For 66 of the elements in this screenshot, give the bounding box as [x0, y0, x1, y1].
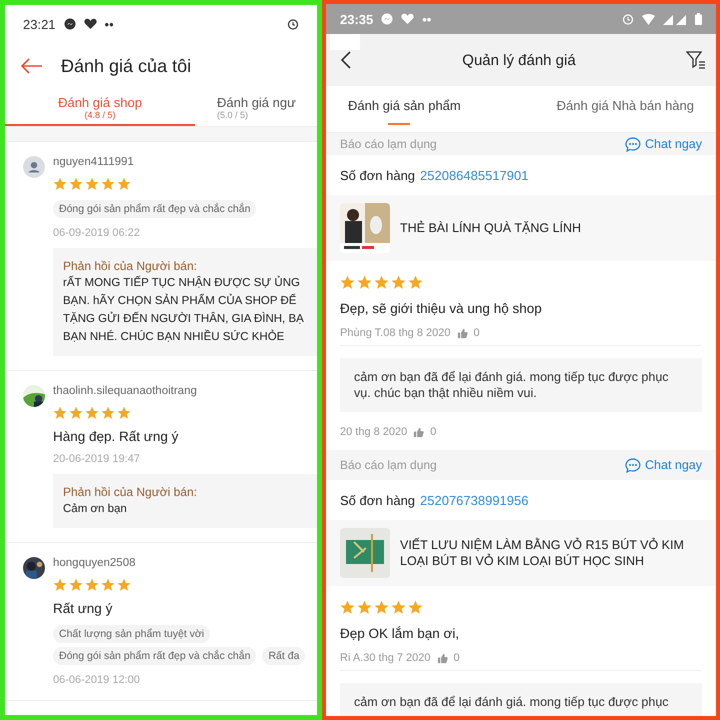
- battery-icon: [695, 13, 702, 25]
- chat-now-button[interactable]: Chat ngay: [625, 136, 702, 152]
- tab[interactable]: Đánh giá ngư (5.0 / 5): [195, 89, 296, 126]
- review-date: 06-06-2019 12:00: [53, 674, 141, 686]
- back-chevron-icon[interactable]: [340, 51, 352, 69]
- reply-date: 20 thg 8 2020: [340, 426, 408, 438]
- thumbs-up-icon[interactable]: [436, 652, 448, 664]
- review-tag: Chất lượng sản phẩm tuyệt vời: [53, 625, 210, 643]
- review-tag: Đóng gói sản phẩm rất đẹp và chắc chắn: [53, 200, 256, 218]
- notification-dots: ••: [422, 12, 432, 26]
- review-date: 06-09-2019 06:22: [53, 227, 141, 239]
- review-comment: Rất ưng ý: [53, 601, 114, 616]
- tab[interactable]: Đánh giá Nhà bán hàng: [546, 86, 704, 132]
- like-count: 0: [430, 426, 436, 438]
- review-tag: Đóng gói sản phẩm rất đẹp và chắc chắn: [53, 647, 256, 665]
- thumbs-up-icon[interactable]: [456, 328, 468, 338]
- reply-label: Phản hồi của Người bán:: [63, 259, 198, 273]
- filter-icon[interactable]: [686, 51, 706, 69]
- order-number[interactable]: 252086485517901: [420, 168, 528, 182]
- report-abuse-link[interactable]: Báo cáo lạm dụng: [340, 137, 437, 151]
- chat-bubble-icon: [625, 136, 642, 152]
- page-title: Đánh giá của tôi: [61, 56, 192, 76]
- redaction-patch: [330, 34, 360, 50]
- like-count: 0: [454, 652, 460, 664]
- status-time: 23:35: [340, 12, 374, 26]
- review-comment: Đẹp, sẽ giới thiệu và ung hộ shop: [340, 301, 543, 316]
- reply-label: Phản hồi của Người bán:: [63, 485, 198, 499]
- product-name[interactable]: THẺ BÀI LÍNH QUÀ TẶNG LÍNH: [400, 220, 582, 236]
- review-comment: Hàng đẹp. Rất ưng ý: [53, 429, 180, 444]
- messenger-icon: [381, 13, 394, 25]
- reply-text: TẶNG GỬI ĐẾN NGƯỜI THÂN, GIA ĐÌNH, BẠ: [63, 311, 305, 327]
- signal-icon: [663, 14, 687, 24]
- seller-reply: cảm ơn bạn đã để lại đánh giá. mong tiếp tục được phục vụ. chúc bạn thật nhiều niềm vui.: [340, 358, 702, 412]
- chat-now-button[interactable]: Chat ngay: [625, 458, 702, 472]
- username: nguyen4111991: [53, 156, 135, 168]
- review-comment: Đẹp OK lắm bạn ơi,: [340, 626, 460, 641]
- thumbs-up-icon[interactable]: [413, 426, 424, 438]
- reply-text: BẠN NHÉ. CHÚC BẠN NHIỀU SỨC KHỎE: [63, 329, 286, 345]
- wifi-icon: [642, 14, 655, 24]
- back-arrow-icon[interactable]: [21, 58, 43, 74]
- review-tag: Rất đa: [262, 647, 306, 665]
- order-number[interactable]: 252076738991956: [420, 492, 528, 508]
- chat-bubble-icon: [625, 458, 642, 472]
- seller-reply: cảm ơn bạn đã để lại đánh giá. mong tiếp tục được phục: [340, 683, 702, 716]
- reply-text: BẠN. hÃY CHỌN SẢN PHẨM CỦA SHOP ĐỂ: [63, 293, 298, 309]
- alarm-icon: [287, 18, 299, 30]
- tab[interactable]: Đánh giá sản phẩm: [338, 86, 471, 132]
- messenger-icon: [64, 18, 76, 30]
- heart-icon: [84, 18, 97, 30]
- reply-text: rẤT MONG TIẾP TỤC NHẬN ĐƯỢC SỰ ỦNG: [63, 275, 301, 291]
- reply-text: Cảm ơn bạn: [63, 502, 128, 517]
- page-title: Quản lý đánh giá: [461, 52, 577, 68]
- reviewer-date: Ri A.30 thg 7 2020: [340, 652, 431, 664]
- status-time: 23:21: [23, 16, 56, 32]
- heart-icon: [401, 13, 414, 25]
- user-avatar-icon: [23, 156, 45, 178]
- username: hongquyen2508: [53, 557, 136, 569]
- order-label: Số đơn hàng: [340, 168, 416, 182]
- report-abuse-link[interactable]: Báo cáo lạm dụng: [340, 458, 437, 472]
- reviewer-date: Phùng T.08 thg 8 2020: [340, 327, 451, 339]
- like-count: 0: [474, 327, 480, 339]
- order-label: Số đơn hàng: [340, 492, 416, 508]
- review-date: 20-06-2019 19:47: [53, 453, 141, 465]
- notification-dots: ••: [104, 16, 114, 32]
- alarm-icon: [622, 13, 634, 25]
- username: thaolinh.silequanaothoitrang: [53, 385, 198, 397]
